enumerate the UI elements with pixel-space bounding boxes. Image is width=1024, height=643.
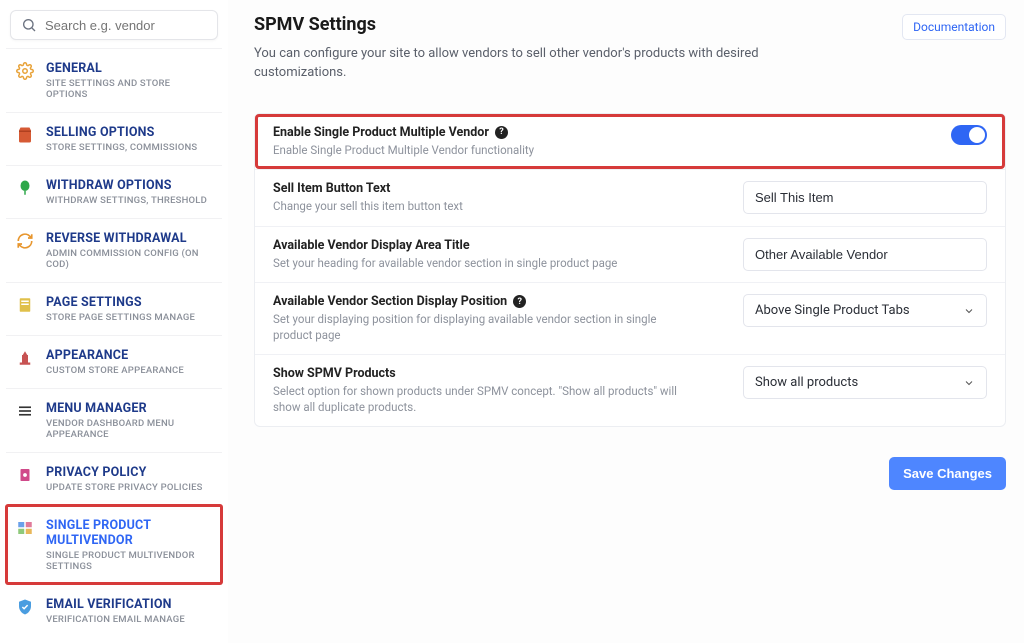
shopping-bag-icon: [16, 126, 34, 144]
chevron-down-icon: [963, 377, 975, 389]
setting-desc: Select option for shown products under S…: [273, 384, 693, 415]
sidebar-item-label: SINGLE PRODUCT MULTIVENDOR: [46, 518, 212, 548]
menu-icon: [16, 402, 34, 420]
page-title: SPMV Settings: [254, 14, 774, 35]
sidebar-item-reverse-withdrawal[interactable]: REVERSE WITHDRAWAL ADMIN COMMISSION CONFI…: [6, 218, 222, 282]
search-icon: [21, 17, 37, 33]
select-value: Above Single Product Tabs: [755, 303, 910, 318]
multivendor-icon: [16, 519, 34, 537]
sidebar-item-general[interactable]: GENERAL SITE SETTINGS AND STORE OPTIONS: [6, 48, 222, 112]
sidebar-item-label: REVERSE WITHDRAWAL: [46, 231, 212, 246]
sidebar-item-privacy-policy[interactable]: PRIVACY POLICY UPDATE STORE PRIVACY POLIC…: [6, 452, 222, 505]
sidebar-item-label: EMAIL VERIFICATION: [46, 597, 185, 612]
setting-label: Available Vendor Section Display Positio…: [273, 294, 723, 309]
save-changes-button[interactable]: Save Changes: [889, 457, 1006, 490]
sidebar-item-page-settings[interactable]: PAGE SETTINGS STORE PAGE SETTINGS MANAGE: [6, 282, 222, 335]
sidebar-item-sublabel: ADMIN COMMISSION CONFIG (ON COD): [46, 248, 212, 270]
page-description: You can configure your site to allow ven…: [254, 45, 774, 83]
setting-desc: Set your heading for available vendor se…: [273, 256, 693, 272]
setting-label: Available Vendor Display Area Title: [273, 238, 723, 253]
setting-desc: Enable Single Product Multiple Vendor fu…: [273, 143, 693, 159]
page-icon: [16, 296, 34, 314]
setting-label: Sell Item Button Text: [273, 181, 723, 196]
row-vendor-display-position: Available Vendor Section Display Positio…: [255, 282, 1005, 354]
sidebar-item-sublabel: VERIFICATION EMAIL MANAGE: [46, 614, 185, 625]
vendor-area-title-input[interactable]: [743, 238, 987, 271]
sidebar-item-sublabel: CUSTOM STORE APPEARANCE: [46, 365, 184, 376]
sidebar-item-sublabel: UPDATE STORE PRIVACY POLICIES: [46, 482, 203, 493]
shield-check-icon: [16, 598, 34, 616]
search-input[interactable]: [45, 18, 207, 33]
row-sell-item-button-text: Sell Item Button Text Change your sell t…: [255, 169, 1005, 226]
select-value: Show all products: [755, 375, 858, 390]
settings-panel: Enable Single Product Multiple Vendor ? …: [254, 113, 1006, 428]
sidebar-item-label: APPEARANCE: [46, 348, 184, 363]
sidebar-item-single-product-multivendor[interactable]: SINGLE PRODUCT MULTIVENDORSINGLE PRODUCT…: [6, 505, 222, 584]
chevron-down-icon: [963, 305, 975, 317]
setting-label-text: Available Vendor Section Display Positio…: [273, 294, 507, 309]
balloon-icon: [16, 179, 34, 197]
sidebar-item-label: PRIVACY POLICY: [46, 465, 203, 480]
sidebar-item-label: PAGE SETTINGS: [46, 295, 195, 310]
show-spmv-products-select[interactable]: Show all products: [743, 366, 987, 399]
settings-sidebar: GENERAL SITE SETTINGS AND STORE OPTIONS S…: [0, 0, 228, 643]
sidebar-item-label: WITHDRAW OPTIONS: [46, 178, 207, 193]
sidebar-item-sublabel: STORE SETTINGS, COMMISSIONS: [46, 142, 197, 153]
help-icon[interactable]: ?: [495, 126, 508, 139]
sidebar-item-label: GENERAL: [46, 61, 212, 76]
setting-label: Enable Single Product Multiple Vendor ?: [273, 125, 723, 140]
privacy-icon: [16, 466, 34, 484]
main-content: SPMV Settings You can configure your sit…: [228, 0, 1024, 643]
enable-spmv-toggle[interactable]: [951, 125, 987, 145]
sidebar-item-menu-manager[interactable]: MENU MANAGER VENDOR DASHBOARD MENU APPEAR…: [6, 388, 222, 452]
sidebar-item-sublabel: STORE PAGE SETTINGS MANAGE: [46, 312, 195, 323]
sidebar-item-email-verification[interactable]: EMAIL VERIFICATION VERIFICATION EMAIL MAN…: [6, 584, 222, 637]
row-vendor-area-title: Available Vendor Display Area Title Set …: [255, 226, 1005, 283]
vendor-display-position-select[interactable]: Above Single Product Tabs: [743, 294, 987, 327]
sidebar-item-appearance[interactable]: APPEARANCE CUSTOM STORE APPEARANCE: [6, 335, 222, 388]
sidebar-item-sublabel: VENDOR DASHBOARD MENU APPEARANCE: [46, 418, 212, 440]
sidebar-item-selling-options[interactable]: SELLING OPTIONS STORE SETTINGS, COMMISSIO…: [6, 112, 222, 165]
setting-label-text: Enable Single Product Multiple Vendor: [273, 125, 489, 140]
sidebar-item-sublabel: SINGLE PRODUCT MULTIVENDOR SETTINGS: [46, 550, 212, 572]
setting-label: Show SPMV Products: [273, 366, 723, 381]
refresh-icon: [16, 232, 34, 250]
row-show-spmv-products: Show SPMV Products Select option for sho…: [255, 354, 1005, 426]
sidebar-item-sublabel: WITHDRAW SETTINGS, THRESHOLD: [46, 195, 207, 206]
setting-desc: Set your displaying position for display…: [273, 312, 693, 343]
sidebar-item-label: SELLING OPTIONS: [46, 125, 197, 140]
sidebar-item-sublabel: SITE SETTINGS AND STORE OPTIONS: [46, 78, 212, 100]
setting-desc: Change your sell this item button text: [273, 199, 693, 215]
search-box[interactable]: [10, 10, 218, 40]
gear-icon: [16, 62, 34, 80]
help-icon[interactable]: ?: [513, 295, 526, 308]
sidebar-item-label: MENU MANAGER: [46, 401, 212, 416]
documentation-link[interactable]: Documentation: [902, 14, 1006, 40]
row-enable-spmv: Enable Single Product Multiple Vendor ? …: [255, 114, 1005, 170]
sidebar-item-withdraw-options[interactable]: WITHDRAW OPTIONS WITHDRAW SETTINGS, THRES…: [6, 165, 222, 218]
sell-item-button-text-input[interactable]: [743, 181, 987, 214]
appearance-icon: [16, 349, 34, 367]
